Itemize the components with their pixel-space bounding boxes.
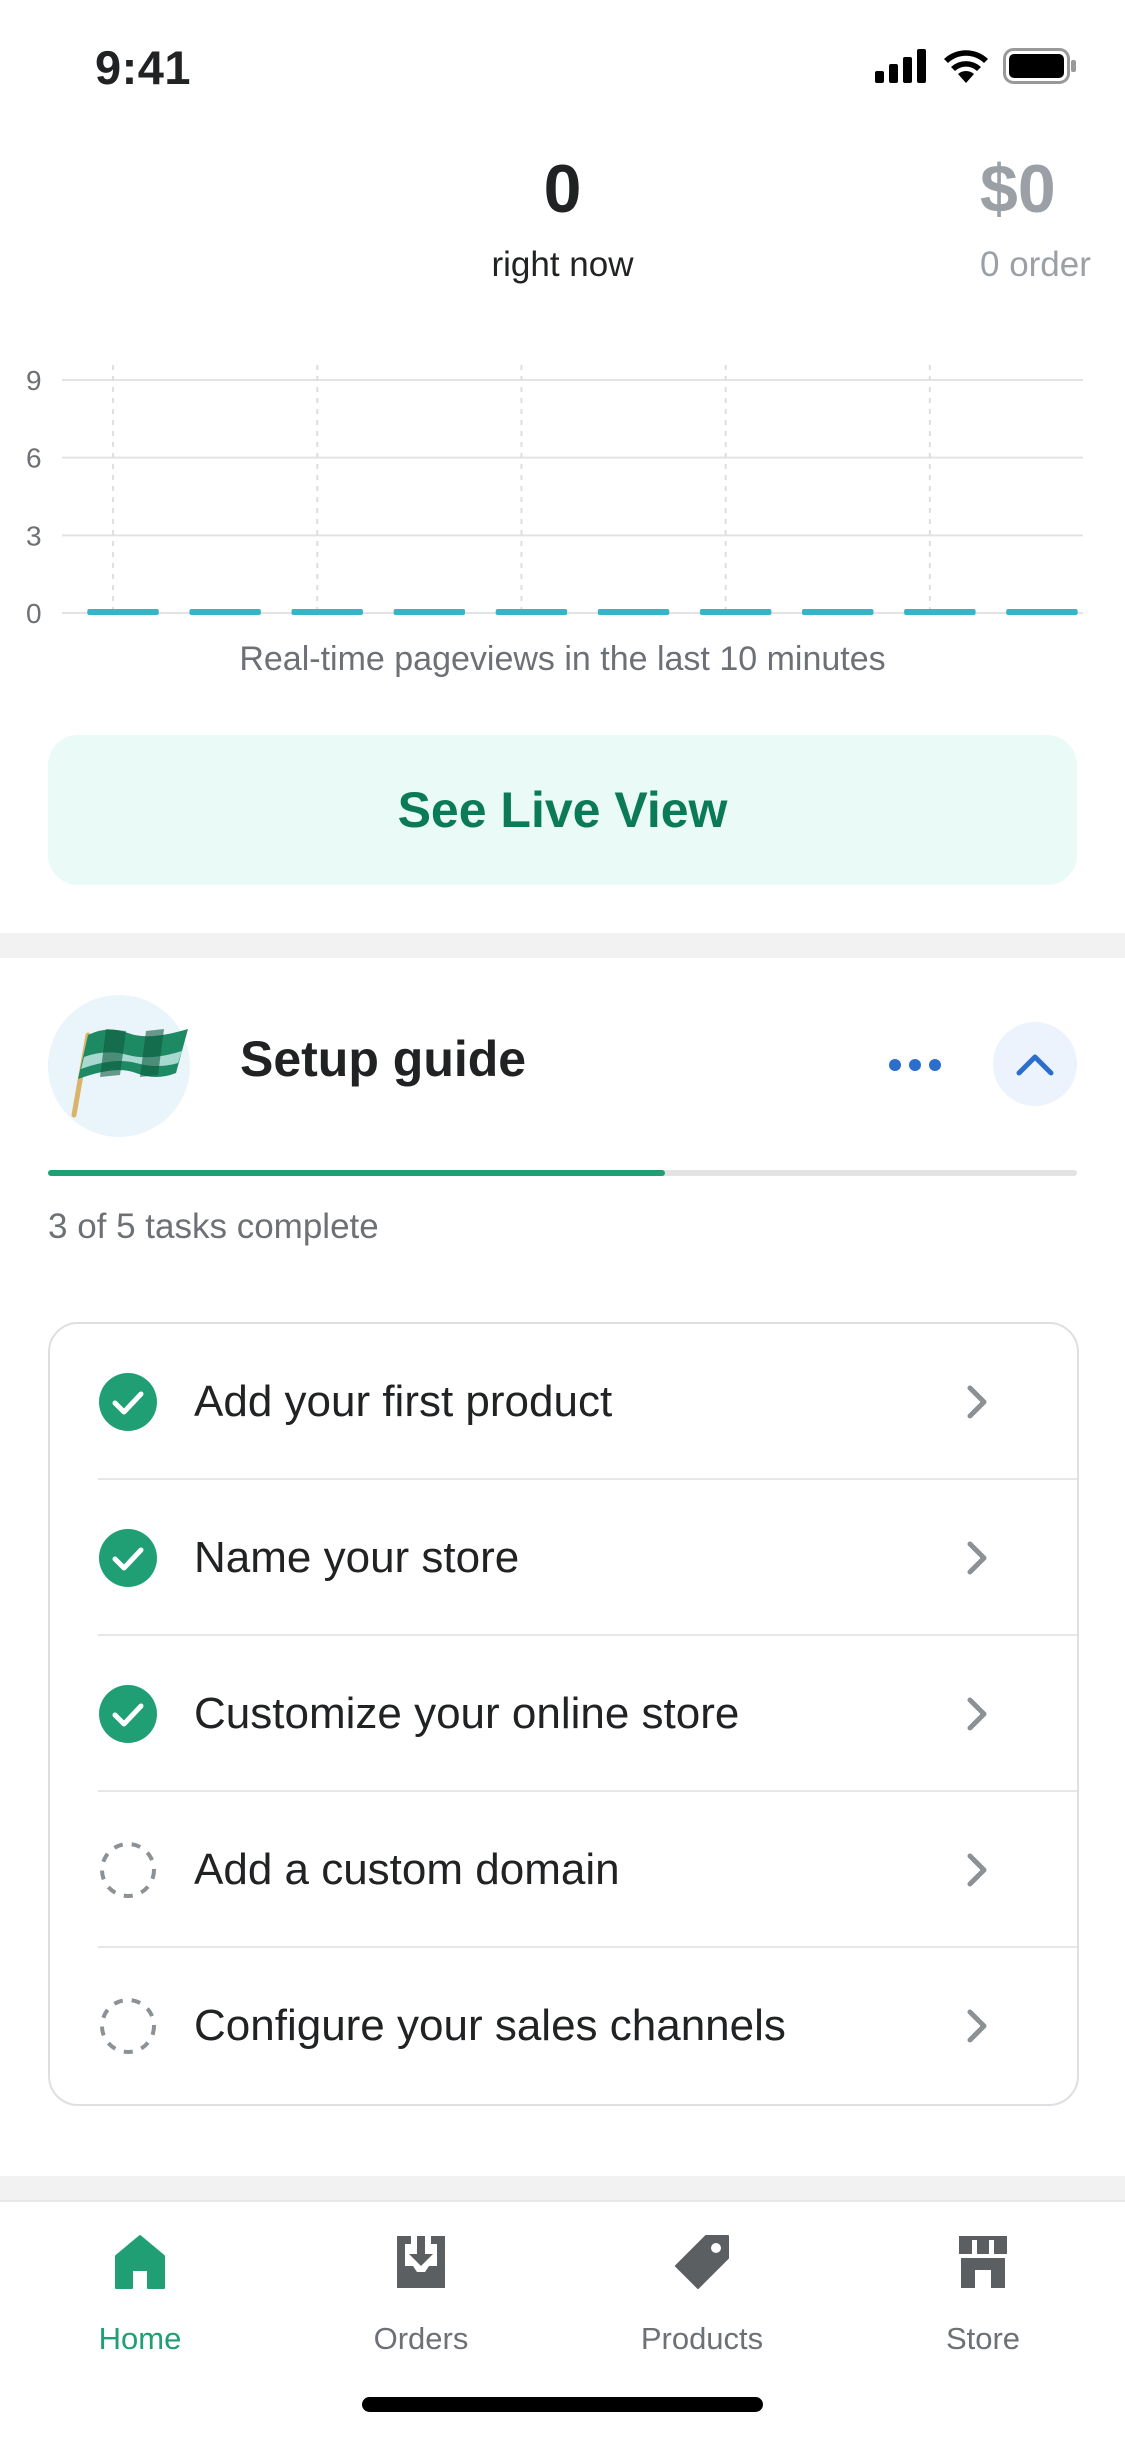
chart-bar [802,609,874,615]
chevron-right-icon [967,1853,987,1887]
chevron-right-icon [967,1697,987,1731]
sales-total: $0 [980,151,1056,227]
chart-bar [904,609,976,615]
chart-bar [495,609,568,615]
task-label: Add your first product [194,1377,613,1426]
section-divider [0,933,1125,958]
task-label: Customize your online store [194,1689,740,1738]
sales-orders-label: 0 order [980,245,1091,284]
tab-label: Products [640,2321,764,2356]
setup-progress-fill [48,1170,666,1176]
more-horizontal-icon [889,1059,941,1071]
more-options-button[interactable] [880,1040,950,1090]
home-icon [115,2235,165,2289]
visitors-metric: 0 [360,150,765,228]
tab-store[interactable]: Store [883,2232,1083,2357]
chart-bar [597,609,670,615]
chart-bar [291,609,363,615]
setup-task-list: Add your first product Name your store C… [48,1322,1079,2106]
check-circle-icon [99,1373,157,1431]
chart-bar [1006,609,1078,615]
task-row-name-store[interactable]: Name your store [50,1480,1077,1636]
cellular-signal-icon [875,49,926,83]
setup-guide-title: Setup guide [240,1031,527,1087]
chart-y-tick-label: 9 [26,365,42,396]
pageviews-chart: 0 3 6 9 [26,365,1083,629]
check-circle-icon [99,1685,157,1743]
tab-label: Orders [373,2321,469,2356]
task-row-add-first-product[interactable]: Add your first product [50,1324,1077,1480]
chevron-right-icon [967,2009,987,2043]
wifi-icon [944,50,988,83]
task-row-customize-store[interactable]: Customize your online store [50,1636,1077,1792]
task-label: Name your store [194,1533,520,1582]
setup-progress-text: 3 of 5 tasks complete [48,1207,379,1246]
visitors-count: 0 [543,151,582,227]
status-icons [875,48,1077,84]
chevron-right-icon [967,1385,987,1419]
home-indicator [362,2397,763,2412]
chart-y-tick-label: 6 [26,443,42,474]
dashed-circle-icon [100,1998,156,2054]
tab-home[interactable]: Home [40,2232,240,2357]
chart-bar [189,609,261,615]
chart-y-tick-label: 0 [26,598,42,629]
chart-bar [87,609,159,615]
tab-label: Home [98,2321,182,2356]
chart-caption: Real-time pageviews in the last 10 minut… [239,640,886,678]
task-row-sales-channels[interactable]: Configure your sales channels [50,1948,1077,2104]
task-label: Add a custom domain [194,1845,620,1894]
orders-icon [397,2236,445,2288]
tab-products[interactable]: Products [602,2232,802,2357]
chevron-right-icon [967,1541,987,1575]
sales-metric: $0 [980,150,1125,228]
chart-y-tick-label: 3 [26,520,42,551]
setup-progress-bar [48,1170,1077,1176]
task-row-custom-domain[interactable]: Add a custom domain [50,1792,1077,1948]
status-time: 9:41 [95,41,192,94]
battery-icon [1003,48,1076,84]
tab-orders[interactable]: Orders [321,2232,521,2357]
check-circle-icon [99,1529,157,1587]
section-divider [0,2176,1125,2200]
setup-guide-illustration [48,995,190,1137]
dashed-circle-icon [100,1842,156,1898]
visitors-label: right now [491,245,634,284]
flag-icon [71,1029,188,1118]
task-label: Configure your sales channels [194,2001,786,2050]
tag-icon [675,2235,729,2289]
chevron-up-icon [1016,1054,1054,1076]
collapse-setup-button[interactable] [993,1022,1077,1106]
store-icon [959,2236,1007,2288]
chart-bar [699,609,772,615]
chart-bar [393,609,466,615]
see-live-view-button[interactable]: See Live View [48,735,1077,885]
tab-label: Store [945,2321,1021,2356]
